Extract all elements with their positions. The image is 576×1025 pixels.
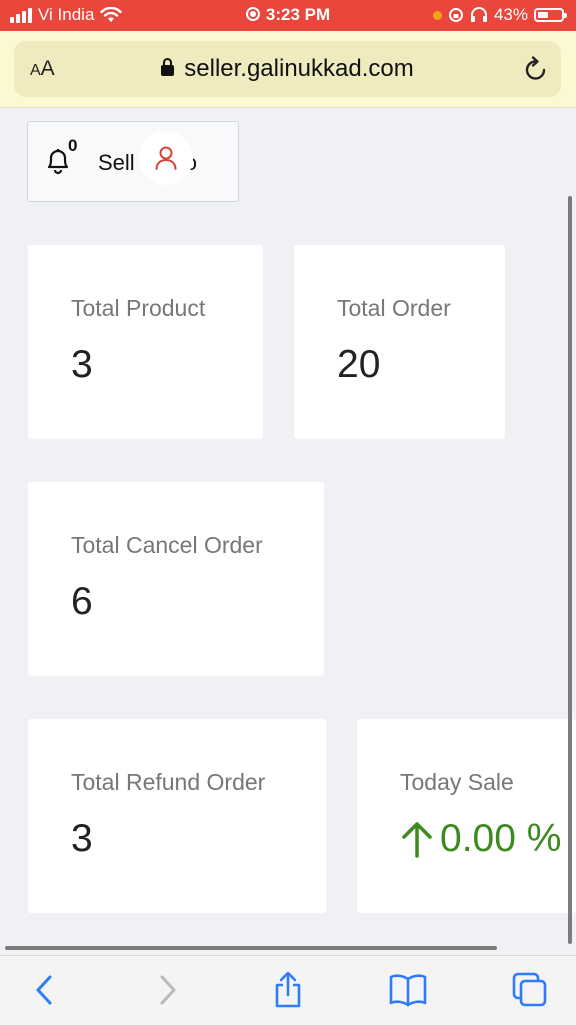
address-bar[interactable]: AA seller.galinukkad.com [14, 41, 561, 97]
forward-button[interactable] [148, 970, 188, 1010]
today-sale-value: 0.00 % [400, 817, 561, 861]
card-title: Total Order [337, 295, 451, 321]
total-order-card: Total Order 20 [294, 245, 505, 439]
today-sale-percent: 0.00 % [440, 817, 562, 860]
total-cancel-order-card: Total Cancel Order 6 [28, 482, 324, 676]
bookmarks-button[interactable] [388, 970, 428, 1010]
avatar[interactable] [139, 131, 193, 185]
headphones-icon [470, 7, 487, 22]
card-value: 3 [71, 817, 93, 860]
url-field[interactable]: seller.galinukkad.com [14, 55, 561, 83]
vertical-scrollbar[interactable] [568, 196, 572, 944]
lock-icon [161, 58, 175, 76]
seller-label-left: Sell [98, 150, 135, 175]
horizontal-scrollbar[interactable] [5, 946, 497, 950]
reload-icon[interactable] [523, 55, 549, 83]
back-button[interactable] [24, 970, 64, 1010]
status-right: 43% [432, 5, 567, 25]
battery-percent: 43% [493, 5, 528, 24]
orientation-lock-icon [448, 8, 463, 22]
url-text: seller.galinukkad.com [184, 55, 414, 82]
back-icon [36, 975, 52, 1005]
card-title: Total Refund Order [71, 769, 266, 795]
notification-count: 0 [68, 136, 78, 155]
bookmarks-icon [389, 974, 427, 1007]
tabs-button[interactable] [510, 970, 550, 1010]
card-value: 3 [71, 343, 93, 386]
user-icon [155, 146, 177, 170]
browser-address-area: AA seller.galinukkad.com [0, 31, 576, 108]
status-bar: Vi India 3:23 PM 43% [0, 0, 576, 31]
forward-icon [160, 975, 176, 1005]
card-value: 6 [71, 580, 93, 623]
screen-record-icon [245, 7, 260, 21]
status-time: 3:23 PM [265, 5, 331, 24]
tabs-icon [512, 972, 547, 1007]
total-product-card: Total Product 3 [28, 245, 263, 439]
share-icon [275, 971, 301, 1008]
today-sale-card: Today Sale 0.00 % [357, 719, 576, 913]
arrow-up-icon [402, 822, 432, 858]
card-title: Total Product [71, 295, 206, 321]
battery-icon [534, 8, 567, 22]
card-title: Today Sale [400, 769, 514, 795]
total-refund-order-card: Total Refund Order 3 [28, 719, 326, 913]
card-title: Total Cancel Order [71, 532, 263, 558]
mic-indicator-icon [432, 10, 442, 20]
share-button[interactable] [268, 970, 308, 1010]
card-value: 20 [337, 343, 381, 386]
seller-header: 0 Sellfo [27, 121, 239, 202]
browser-toolbar [0, 955, 576, 1025]
